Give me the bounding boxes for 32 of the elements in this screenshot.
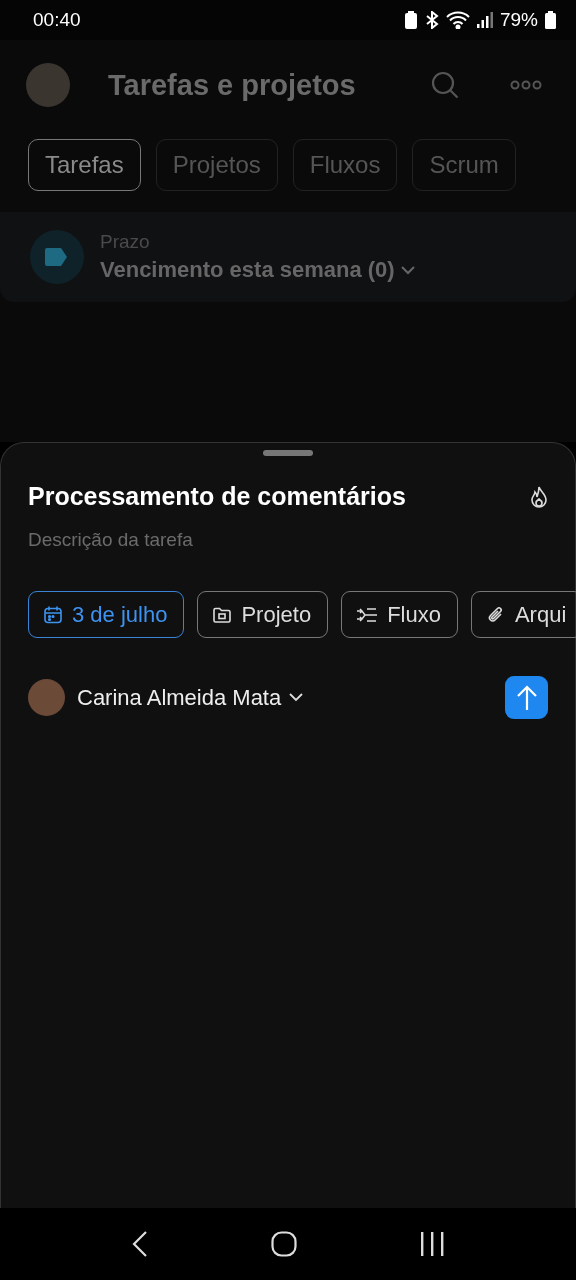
filter-label: Prazo <box>100 231 151 253</box>
assignee-dropdown[interactable]: Carina Almeida Mata <box>77 684 304 711</box>
chip[interactable]: Projeto <box>197 591 329 638</box>
drag-handle[interactable] <box>263 450 313 456</box>
calendar-icon <box>43 604 63 625</box>
clock-time: 00:40 <box>33 9 81 31</box>
task-title: Processamento de comentários <box>28 482 406 511</box>
signal-icon <box>476 12 493 28</box>
page-title: Tarefas e projetos <box>108 68 357 102</box>
tab[interactable]: Tarefas <box>28 139 141 191</box>
wifi-icon <box>445 11 470 29</box>
description-field[interactable]: Descrição da tarefa <box>28 529 328 551</box>
battery-percent: 79% <box>499 9 538 31</box>
send-button[interactable] <box>505 676 548 719</box>
chevron-down-icon <box>289 693 304 702</box>
bluetooth-icon <box>424 11 439 29</box>
search-icon[interactable] <box>430 70 460 100</box>
chevron-down-icon <box>400 265 415 275</box>
arrow-up-icon <box>515 684 538 711</box>
home-icon[interactable] <box>271 1231 297 1257</box>
flame-icon[interactable] <box>530 485 548 508</box>
filter-value: Vencimento esta semana (0) <box>100 257 395 283</box>
filter-card[interactable]: Prazo Vencimento esta semana (0) <box>0 212 576 302</box>
more-icon[interactable] <box>510 80 542 90</box>
chip[interactable]: Arqui <box>470 591 576 638</box>
battery-saver-icon <box>403 11 418 29</box>
recents-icon[interactable] <box>420 1232 445 1256</box>
chip[interactable]: 3 de julho <box>28 591 185 638</box>
avatar <box>28 679 65 716</box>
chip[interactable]: Fluxo <box>341 591 458 638</box>
back-icon[interactable] <box>131 1231 148 1257</box>
battery-icon <box>545 11 556 29</box>
